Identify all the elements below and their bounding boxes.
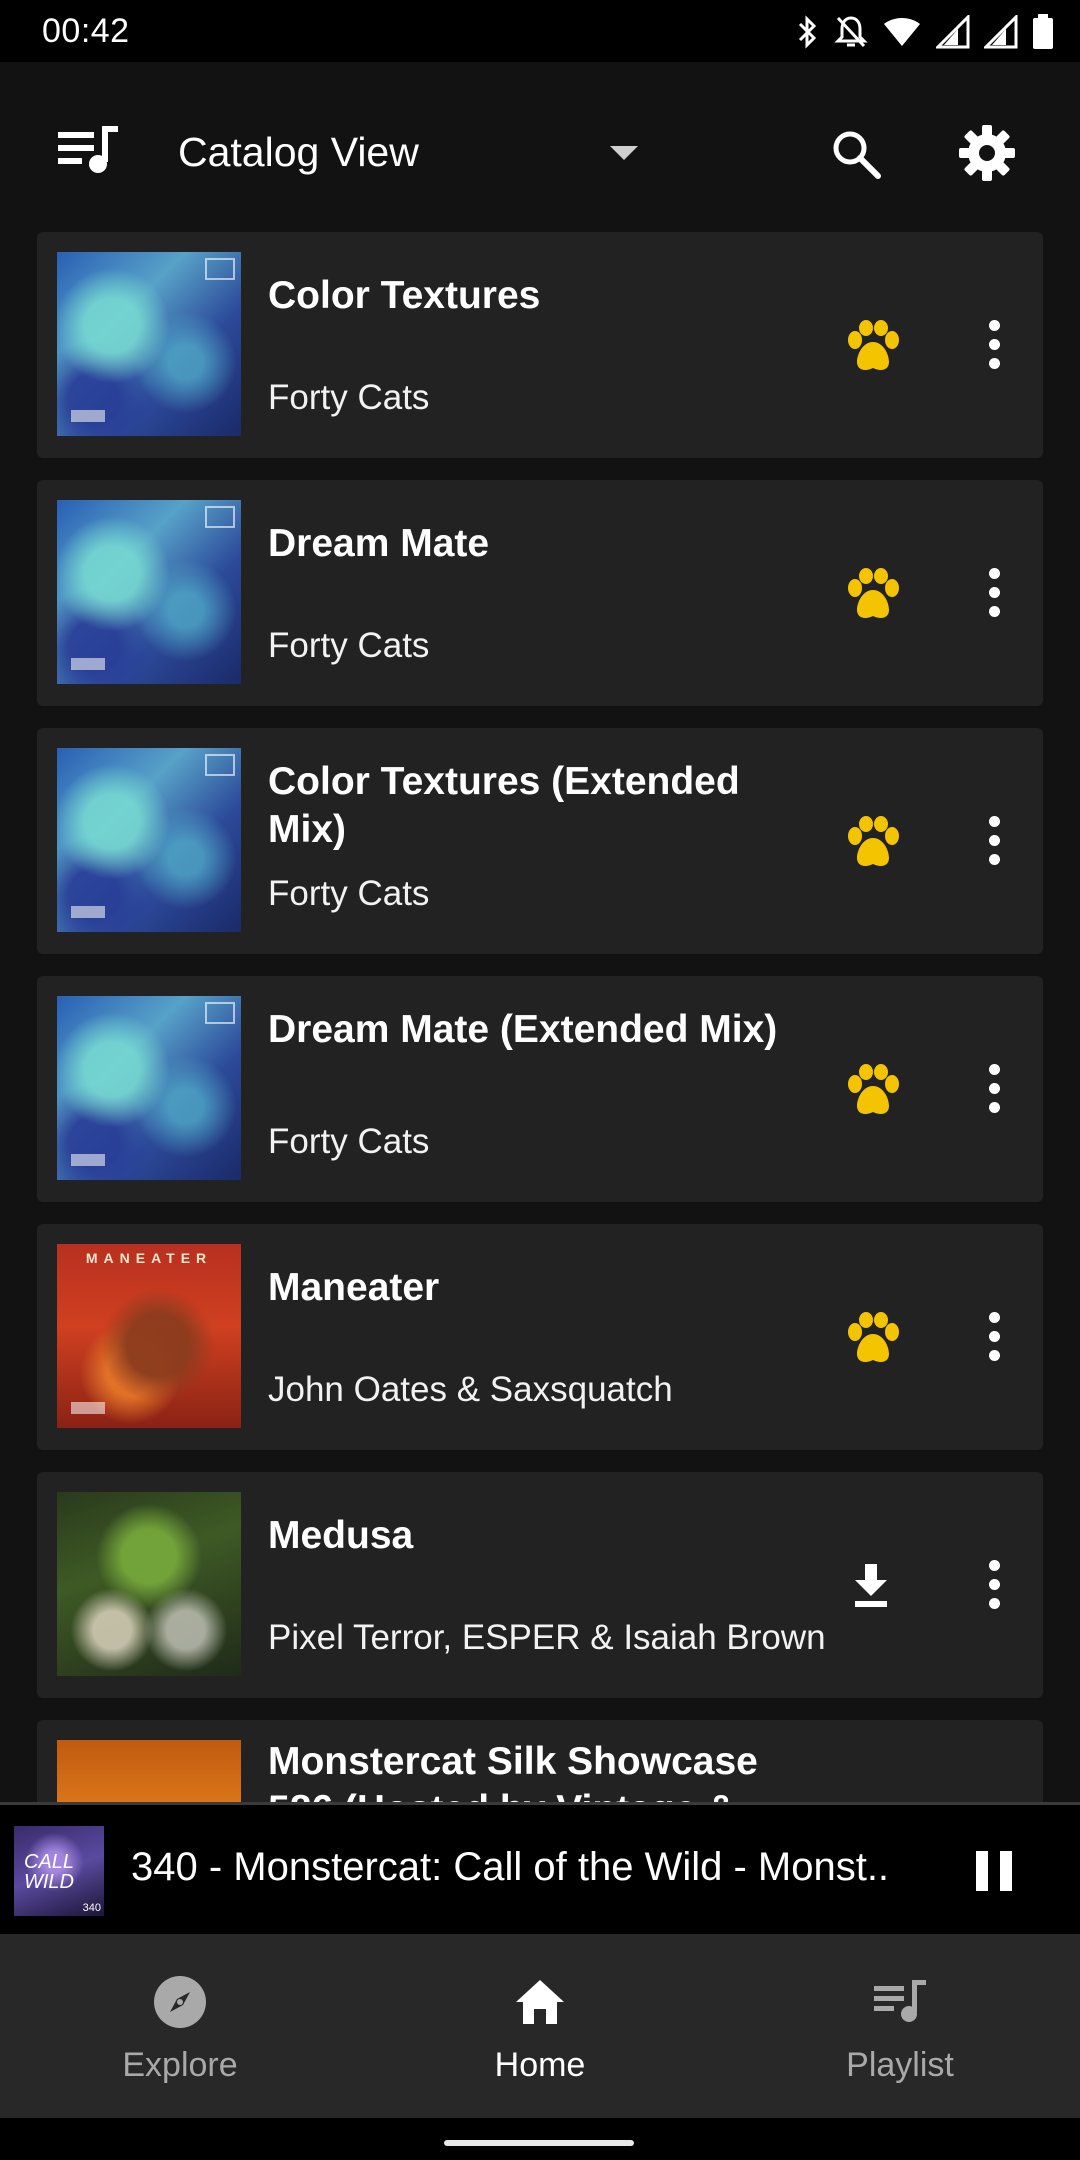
view-label: Catalog View [178,128,419,175]
track-artist: Forty Cats [268,626,430,665]
paw-icon[interactable] [845,1312,901,1366]
search-icon[interactable] [830,128,882,180]
home-icon [516,1980,564,2024]
status-bar: 00:42 [0,0,1080,62]
album-art-text: MANEATER [85,1250,213,1266]
track-title: Monstercat Silk Showcase 586 (Hosted by … [268,1740,758,1805]
wifi-icon [884,18,920,46]
track-card[interactable]: Color Textures Forty Cats [37,232,1043,458]
track-title: Maneater [268,1266,440,1309]
more-options-icon[interactable] [987,568,1001,618]
nav-home[interactable]: Home [360,1934,720,2118]
track-card[interactable]: Dream Mate (Extended Mix) Forty Cats [37,976,1043,1202]
more-options-icon[interactable] [987,816,1001,866]
catalog-view-dropdown[interactable]: Catalog View [178,120,638,184]
track-card[interactable]: MANEATER Maneater John Oates & Saxsquatc… [37,1224,1043,1450]
album-art [57,1492,241,1676]
status-time: 00:42 [42,12,130,50]
dropdown-arrow-icon [610,146,638,160]
track-title: Medusa [268,1514,414,1557]
compass-icon [154,1976,206,2028]
gear-icon[interactable] [958,124,1016,182]
nav-label: Explore [122,2046,238,2084]
more-options-icon[interactable] [987,1560,1001,1610]
status-icons [794,12,1054,52]
mini-player[interactable]: CALL WILD 340 340 - Monstercat: Call of … [0,1802,1080,1934]
track-artist: Forty Cats [268,1122,430,1161]
app-bar: Catalog View [0,62,1080,230]
track-card[interactable]: Color Textures (Extended Mix) Forty Cats [37,728,1043,954]
track-title: Color Textures [268,274,541,317]
track-artist: Forty Cats [268,378,430,417]
paw-icon[interactable] [845,568,901,622]
gesture-area [0,2118,1080,2160]
track-artist: Pixel Terror, ESPER & Isaiah Brown [268,1618,826,1657]
notifications-off-icon [834,16,868,48]
album-art [57,252,241,436]
bottom-nav: Explore Home Playlist [0,1934,1080,2118]
more-options-icon[interactable] [987,1064,1001,1114]
battery-icon [1033,14,1053,49]
album-art [57,1740,241,1805]
track-title: Dream Mate (Extended Mix) [268,1008,778,1051]
nav-playlist[interactable]: Playlist [720,1934,1080,2118]
paw-icon[interactable] [845,320,901,374]
download-icon[interactable] [851,1564,891,1608]
now-playing-art: CALL WILD 340 [14,1826,104,1916]
nav-label: Playlist [846,2046,954,2084]
track-artist: John Oates & Saxsquatch [268,1370,673,1409]
album-art [57,996,241,1180]
queue-music-icon[interactable] [58,126,126,178]
album-art [57,748,241,932]
nav-label: Home [494,2046,586,2084]
now-playing-art-text: CALL WILD [24,1851,74,1893]
playlist-icon [874,1980,926,2022]
track-artist: Forty Cats [268,874,430,913]
more-options-icon[interactable] [987,1312,1001,1362]
nav-explore[interactable]: Explore [0,1934,360,2118]
track-title: Dream Mate [268,522,490,565]
now-playing-title: 340 - Monstercat: Call of the Wild - Mon… [131,1845,890,1889]
cell-signal-icon [936,15,970,49]
album-art [57,500,241,684]
paw-icon[interactable] [845,1064,901,1118]
album-art: MANEATER [57,1244,241,1428]
more-options-icon[interactable] [987,320,1001,370]
paw-icon[interactable] [845,816,901,870]
bluetooth-icon [798,15,817,49]
track-list[interactable]: Color Textures Forty Cats Dream Mate For… [0,230,1080,1805]
track-card[interactable]: Dream Mate Forty Cats [37,480,1043,706]
home-gesture-bar[interactable] [444,2140,634,2146]
track-title: Color Textures (Extended Mix) [268,760,740,851]
pause-icon[interactable] [976,1851,1012,1891]
cell-signal-2-icon [984,15,1018,49]
track-card[interactable]: Monstercat Silk Showcase 586 (Hosted by … [37,1720,1043,1805]
track-card[interactable]: Medusa Pixel Terror, ESPER & Isaiah Brow… [37,1472,1043,1698]
now-playing-art-number: 340 [82,1902,101,1914]
